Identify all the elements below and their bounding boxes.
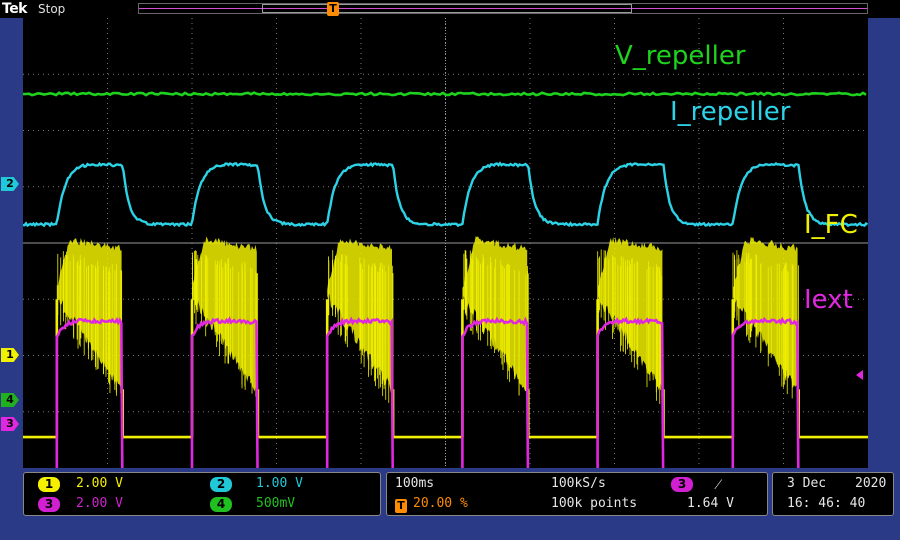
ch4-scale: 500mV [256, 496, 295, 511]
ch3-badge[interactable]: 3 [38, 497, 60, 512]
timebase-trigger-readout[interactable]: 100ms 100kS/s T 20.00 % 100k points 3 ⁄ … [386, 472, 768, 516]
label-iext: Iext [804, 285, 853, 315]
record-view-window[interactable] [262, 4, 632, 13]
clock-time: 16: 46: 40 [787, 496, 865, 511]
trigger-slope-icon: ⁄ [717, 475, 720, 494]
record-view-bar[interactable] [138, 3, 868, 14]
ch1-scale: 2.00 V [76, 476, 123, 491]
trace-v-repeller [23, 93, 866, 95]
trigger-position-percent: 20.00 % [413, 496, 468, 511]
trigger-pos-icon: T [395, 499, 407, 513]
trigger-level: 1.64 V [687, 496, 734, 511]
label-v-repeller: V_repeller [615, 41, 746, 71]
ch1-ground-marker[interactable]: 1 [1, 348, 19, 362]
datetime-readout: 3 Dec 2020 16: 46: 40 [772, 472, 894, 516]
ch3-ground-marker[interactable]: 3 [1, 417, 19, 431]
ch2-badge[interactable]: 2 [210, 477, 232, 492]
acquisition-state[interactable]: Stop [38, 2, 65, 16]
ch4-badge[interactable]: 4 [210, 497, 232, 512]
record-trigger-marker: T [327, 2, 339, 16]
record-length: 100k points [551, 496, 637, 511]
ch3-scale: 2.00 V [76, 496, 123, 511]
ch2-ground-marker[interactable]: 2 [1, 177, 19, 191]
ch1-badge[interactable]: 1 [38, 477, 60, 492]
waveform-display[interactable]: V_repeller I_repeller I_FC Iext [23, 18, 868, 468]
trigger-source-badge[interactable]: 3 [671, 477, 693, 492]
ch4-ground-marker[interactable]: 4 [1, 393, 19, 407]
waveform-canvas [23, 18, 868, 468]
ch2-scale: 1.00 V [256, 476, 303, 491]
brand-logo: Tek [2, 1, 27, 17]
label-i-repeller: I_repeller [670, 97, 790, 127]
year: 2020 [855, 476, 886, 491]
top-status-bar: Tek Stop T [0, 0, 900, 18]
time-per-division: 100ms [395, 476, 434, 491]
trigger-level-marker[interactable] [856, 370, 863, 380]
date: 3 Dec [787, 476, 826, 491]
channel-scale-readout[interactable]: 1 2.00 V 2 1.00 V 3 2.00 V 4 500mV [23, 472, 381, 516]
sample-rate: 100kS/s [551, 476, 606, 491]
label-i-fc: I_FC [804, 210, 858, 240]
